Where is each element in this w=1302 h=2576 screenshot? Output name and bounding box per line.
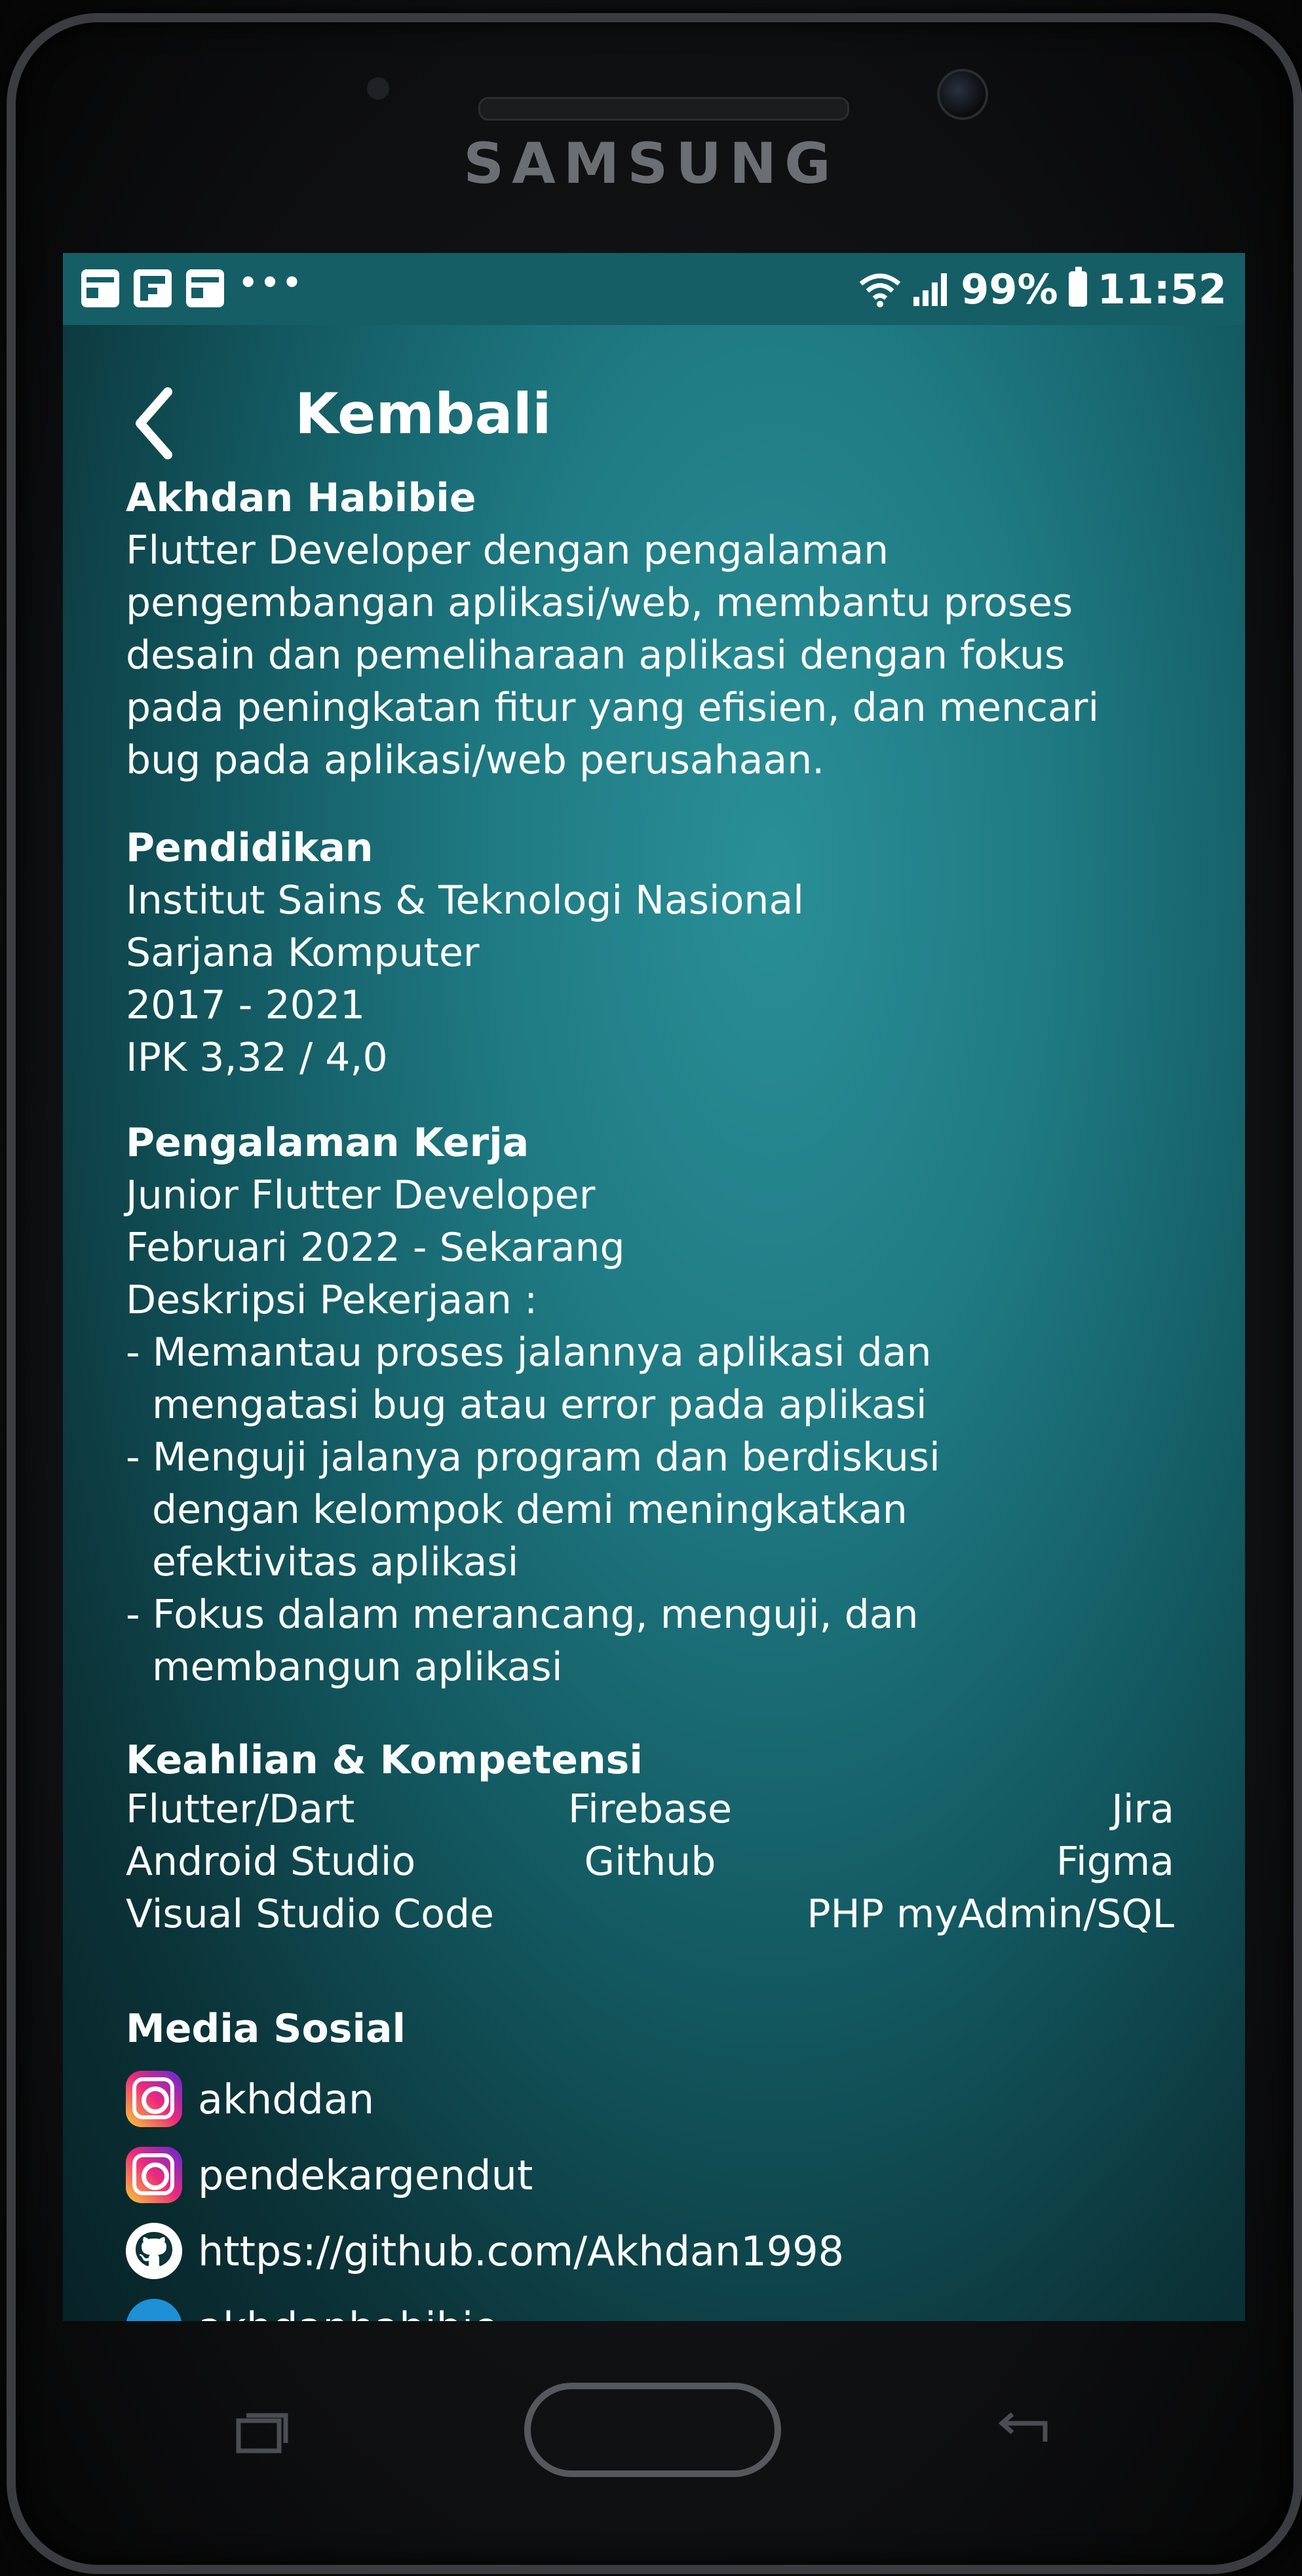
instagram-icon (126, 2071, 182, 2127)
news-icon (186, 269, 224, 307)
skills-row: Flutter/Dart Firebase Jira (126, 1786, 1174, 1839)
clock: 11:52 (1097, 265, 1227, 313)
experience-bullet: - Fokus dalam merancang, menguji, dan (126, 1592, 919, 1638)
linkedin-icon (126, 2299, 182, 2321)
home-button[interactable] (524, 2383, 781, 2477)
summary-line: desain dan pemeliharaan aplikasi dengan … (126, 632, 1065, 678)
phone-body: SAMSUNG ••• 99% 11:52 Kembali Akhdan Hab… (0, 0, 1302, 2576)
skills-row: Visual Studio Code PHP myAdmin/SQL (126, 1891, 1174, 1944)
social-item-instagram[interactable]: pendekargendut (126, 2147, 533, 2203)
instagram-icon (126, 2147, 182, 2203)
education-gpa: IPK 3,32 / 4,0 (126, 1035, 388, 1081)
battery-percentage: 99% (961, 265, 1058, 313)
social-label: https://github.com/Akhdan1998 (198, 2227, 845, 2275)
status-bar: ••• 99% 11:52 (63, 253, 1245, 325)
skills-grid: Flutter/Dart Firebase Jira Android Studi… (126, 1786, 1174, 1944)
experience-bullet: efektivitas aplikasi (152, 1539, 519, 1585)
skill-item: Jira (1111, 1786, 1174, 1832)
social-label: akhdanhabibie (198, 2303, 498, 2322)
skill-item: Visual Studio Code (126, 1891, 494, 1937)
screen: ••• 99% 11:52 Kembali Akhdan Habibie Flu… (63, 253, 1245, 2321)
back-title[interactable]: Kembali (295, 381, 552, 447)
experience-heading: Pengalaman Kerja (126, 1120, 529, 1166)
experience-bullet: dengan kelompok demi meningkatkan (152, 1487, 908, 1533)
summary-line: pada peningkatan fitur yang efisien, dan… (126, 685, 1100, 731)
education-degree: Sarjana Komputer (126, 930, 480, 976)
education-years: 2017 - 2021 (126, 982, 366, 1028)
social-heading: Media Sosial (126, 2006, 406, 2052)
skill-item: Figma (1056, 1839, 1174, 1885)
signal-icon (913, 273, 948, 306)
summary-line: Flutter Developer dengan pengalaman (126, 528, 889, 573)
experience-role: Junior Flutter Developer (126, 1172, 596, 1218)
skill-item: Github (584, 1839, 716, 1885)
flipboard-icon (134, 269, 172, 307)
skills-heading: Keahlian & Kompetensi (126, 1737, 643, 1783)
experience-bullet: membangun aplikasi (152, 1644, 563, 1690)
experience-bullet: - Menguji jalanya program dan berdiskusi (126, 1434, 940, 1480)
proximity-sensor (367, 77, 389, 100)
skill-item: PHP myAdmin/SQL (807, 1891, 1174, 1937)
education-institution: Institut Sains & Teknologi Nasional (126, 877, 804, 923)
wifi-icon (860, 273, 901, 307)
front-camera (937, 69, 988, 120)
skills-row: Android Studio Github Figma (126, 1839, 1174, 1891)
device-brand: SAMSUNG (463, 131, 839, 197)
more-notifications-icon: ••• (239, 265, 305, 300)
social-label: akhddan (198, 2075, 375, 2123)
experience-period: Februari 2022 - Sekarang (126, 1225, 625, 1271)
experience-bullet: - Memantau proses jalannya aplikasi dan (126, 1330, 932, 1375)
profile-name: Akhdan Habibie (126, 475, 476, 521)
back-arrow-icon[interactable] (128, 384, 181, 463)
recent-apps-key-icon[interactable] (236, 2412, 288, 2455)
social-item-github[interactable]: https://github.com/Akhdan1998 (126, 2223, 844, 2279)
notification-icons: ••• (81, 265, 305, 308)
social-item-instagram[interactable]: akhddan (126, 2071, 374, 2127)
social-item-linkedin[interactable]: akhdanhabibie (126, 2299, 498, 2321)
education-heading: Pendidikan (126, 825, 373, 871)
back-key-icon[interactable] (993, 2409, 1052, 2455)
summary-line: bug pada aplikasi/web perusahaan. (126, 737, 825, 783)
news-icon (81, 269, 119, 307)
summary-line: pengembangan aplikasi/web, membantu pros… (126, 580, 1073, 626)
experience-bullet: mengatasi bug atau error pada aplikasi (152, 1382, 927, 1428)
github-icon (126, 2223, 182, 2279)
earpiece-speaker (478, 97, 849, 121)
skill-item: Firebase (567, 1786, 733, 1832)
social-label: pendekargendut (198, 2151, 533, 2199)
status-right: 99% 11:52 (858, 265, 1227, 313)
experience-desc-label: Deskripsi Pekerjaan : (126, 1277, 538, 1323)
battery-icon (1068, 267, 1087, 307)
